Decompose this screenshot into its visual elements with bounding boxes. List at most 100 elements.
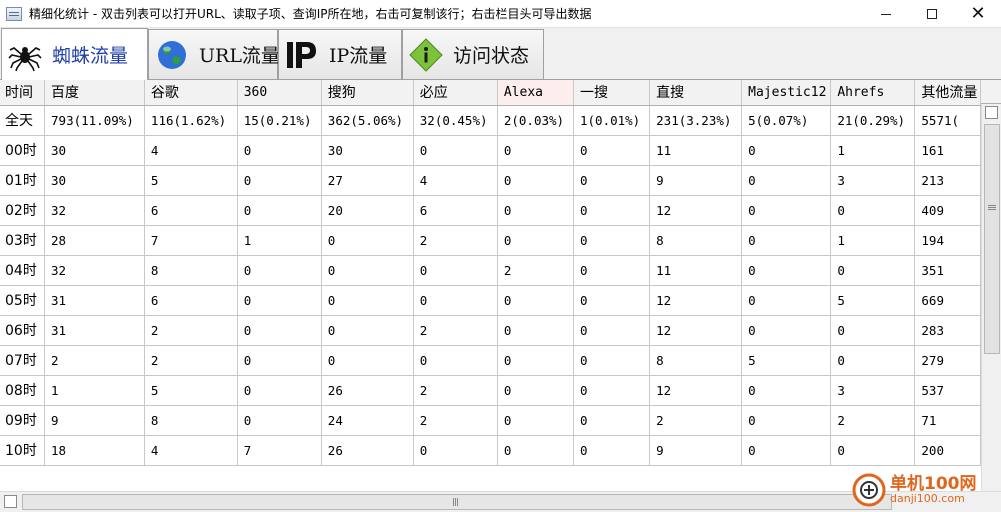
row-time-cell: 05时 bbox=[0, 285, 46, 316]
table-cell: 2 bbox=[413, 375, 498, 406]
data-grid[interactable]: 时间 百度 谷歌 360 搜狗 必应 Alexa 一搜 直搜 Majestic1… bbox=[0, 80, 981, 491]
row-time-cell: 00时 bbox=[0, 135, 46, 166]
table-cell: 409 bbox=[914, 195, 981, 226]
row-time-cell: 02时 bbox=[0, 195, 46, 226]
row-time-cell: 09时 bbox=[0, 405, 46, 436]
table-cell: 0 bbox=[321, 285, 414, 316]
watermark: 单机100网 danji100.com bbox=[852, 468, 1001, 512]
table-cell: 7 bbox=[237, 435, 322, 466]
table-cell: 0 bbox=[497, 165, 575, 196]
title-bar: 精细化统计 - 双击列表可以打开URL、读取子项、查询IP所在地，右击可复制该行… bbox=[0, 0, 1001, 28]
table-cell: 0 bbox=[237, 345, 322, 376]
table-row[interactable]: 08时 1 5 0 26 2 0 0 12 0 3 537 bbox=[0, 375, 981, 406]
table-row[interactable]: 07时 2 2 0 0 0 0 0 8 5 0 279 bbox=[0, 345, 981, 376]
scroll-left-button[interactable] bbox=[4, 495, 17, 508]
table-cell: 2(0.03%) bbox=[497, 105, 575, 136]
minimize-button[interactable] bbox=[863, 0, 909, 28]
row-time-cell: 03时 bbox=[0, 225, 46, 256]
table-cell: 28 bbox=[44, 225, 145, 256]
table-cell: 12 bbox=[649, 315, 743, 346]
table-cell: 20 bbox=[321, 195, 414, 226]
column-header[interactable]: 其他流量 bbox=[914, 80, 981, 106]
table-cell: 283 bbox=[914, 315, 981, 346]
table-cell: 21(0.29%) bbox=[830, 105, 916, 136]
table-cell: 0 bbox=[830, 255, 916, 286]
column-header[interactable]: 直搜 bbox=[649, 80, 743, 106]
vertical-scrollbar[interactable] bbox=[981, 104, 1001, 491]
tab-url-traffic[interactable]: URL流量 bbox=[148, 29, 280, 79]
horizontal-scrollbar[interactable] bbox=[0, 491, 1001, 512]
table-row[interactable]: 03时 28 7 1 0 2 0 0 8 0 1 194 bbox=[0, 225, 981, 256]
table-row[interactable]: 全天 793(11.09%) 116(1.62%) 15(0.21%) 362(5.06… bbox=[0, 105, 981, 136]
table-cell: 0 bbox=[497, 375, 575, 406]
maximize-button[interactable] bbox=[909, 0, 955, 28]
table-cell: 0 bbox=[741, 255, 832, 286]
table-body: 全天 793(11.09%) 116(1.62%) 15(0.21%) 362(5.06… bbox=[0, 105, 981, 466]
row-time-cell: 全天 bbox=[0, 105, 46, 136]
tab-label: 蜘蛛流量 bbox=[52, 45, 129, 67]
table-cell: 0 bbox=[237, 135, 322, 166]
table-cell: 5 bbox=[144, 165, 238, 196]
column-header[interactable]: Majestic12 bbox=[741, 80, 832, 106]
table-cell: 793(11.09%) bbox=[44, 105, 145, 136]
table-cell: 4 bbox=[144, 135, 238, 166]
tab-spider-traffic[interactable]: 蜘蛛流量 bbox=[1, 28, 148, 80]
tab-label: URL流量 bbox=[199, 45, 280, 67]
table-cell: 2 bbox=[44, 345, 145, 376]
column-header[interactable]: 必应 bbox=[413, 80, 498, 106]
column-header[interactable]: 时间 bbox=[0, 80, 46, 106]
table-row[interactable]: 10时 18 4 7 26 0 0 0 9 0 0 200 bbox=[0, 435, 981, 466]
table-cell: 161 bbox=[914, 135, 981, 166]
table-cell: 0 bbox=[573, 135, 651, 166]
vertical-scroll-thumb[interactable] bbox=[984, 124, 1000, 354]
scroll-up-button[interactable] bbox=[985, 106, 998, 119]
table-cell: 6 bbox=[413, 195, 498, 226]
column-header[interactable]: 360 bbox=[237, 80, 322, 106]
column-header[interactable]: 百度 bbox=[44, 80, 145, 106]
table-cell: 279 bbox=[914, 345, 981, 376]
table-cell: 5571( bbox=[914, 105, 981, 136]
watermark-url: danji100.com bbox=[890, 492, 965, 506]
spider-icon bbox=[8, 46, 42, 71]
table-cell: 0 bbox=[321, 225, 414, 256]
table-cell: 12 bbox=[649, 375, 743, 406]
table-cell: 0 bbox=[741, 225, 832, 256]
table-cell: 0 bbox=[237, 315, 322, 346]
column-header[interactable]: 谷歌 bbox=[144, 80, 238, 106]
table-cell: 2 bbox=[413, 315, 498, 346]
table-row[interactable]: 00时 30 4 0 30 0 0 0 11 0 1 161 bbox=[0, 135, 981, 166]
table-row[interactable]: 04时 32 8 0 0 0 2 0 11 0 0 351 bbox=[0, 255, 981, 286]
table-cell: 0 bbox=[741, 165, 832, 196]
table-cell: 32 bbox=[44, 255, 145, 286]
tab-label: IP流量 bbox=[329, 45, 388, 67]
table-cell: 213 bbox=[914, 165, 981, 196]
close-button[interactable]: ✕ bbox=[955, 0, 1001, 28]
table-cell: 0 bbox=[321, 255, 414, 286]
horizontal-scroll-thumb[interactable] bbox=[22, 494, 892, 510]
tab-access-status[interactable]: 访问状态 bbox=[402, 29, 544, 79]
column-header[interactable]: Ahrefs bbox=[830, 80, 916, 106]
watermark-name: 单机100网 bbox=[890, 473, 977, 494]
table-cell: 9 bbox=[649, 435, 743, 466]
table-row[interactable]: 02时 32 6 0 20 6 0 0 12 0 0 409 bbox=[0, 195, 981, 226]
table-cell: 30 bbox=[44, 135, 145, 166]
table-cell: 8 bbox=[144, 405, 238, 436]
column-header[interactable]: 搜狗 bbox=[321, 80, 414, 106]
table-row[interactable]: 01时 30 5 0 27 4 0 0 9 0 3 213 bbox=[0, 165, 981, 196]
table-cell: 5 bbox=[830, 285, 916, 316]
table-row[interactable]: 09时 9 8 0 24 2 0 0 2 0 2 71 bbox=[0, 405, 981, 436]
table-cell: 200 bbox=[914, 435, 981, 466]
table-cell: 0 bbox=[741, 405, 832, 436]
column-header[interactable]: Alexa bbox=[497, 80, 575, 106]
table-cell: 0 bbox=[413, 345, 498, 376]
table-row[interactable]: 06时 31 2 0 0 2 0 0 12 0 0 283 bbox=[0, 315, 981, 346]
table-cell: 0 bbox=[237, 285, 322, 316]
table-cell: 5 bbox=[741, 345, 832, 376]
column-header[interactable]: 一搜 bbox=[573, 80, 651, 106]
globe-icon bbox=[158, 40, 186, 69]
table-cell: 0 bbox=[830, 345, 916, 376]
table-cell: 0 bbox=[830, 195, 916, 226]
tab-ip-traffic[interactable]: IP流量 bbox=[278, 29, 402, 79]
table-row[interactable]: 05时 31 6 0 0 0 0 0 12 0 5 669 bbox=[0, 285, 981, 316]
table-cell: 0 bbox=[497, 435, 575, 466]
